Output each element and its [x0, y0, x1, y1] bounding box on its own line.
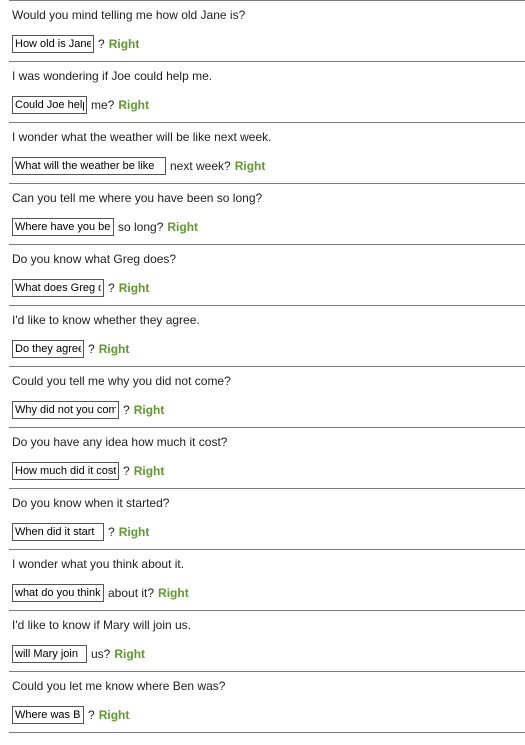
answer-input[interactable] — [12, 340, 84, 358]
question-suffix: ? — [123, 403, 130, 417]
feedback-right: Right — [108, 37, 140, 51]
question-text: Can you tell me where you have been so l… — [12, 191, 263, 205]
question-suffix: ? — [108, 525, 115, 539]
question-text: I'd like to know if Mary will join us. — [12, 618, 192, 632]
exercise-item: Do you know when it started? ? Right — [9, 488, 525, 549]
question-text: I wonder what you think about it. — [12, 557, 185, 571]
answer-input[interactable] — [12, 401, 119, 419]
question-suffix: ? — [88, 708, 95, 722]
question-suffix: ? — [123, 464, 130, 478]
exercise-item: Could you let me know where Ben was? ? R… — [9, 671, 525, 732]
question-suffix: next week? — [170, 159, 231, 173]
exercise-item: Do you know what Greg does? ? Right — [9, 244, 525, 305]
list-bottom-divider — [9, 732, 525, 734]
question-text: I'd like to know whether they agree. — [12, 313, 200, 327]
answer-row: ? Right — [12, 340, 129, 358]
answer-input[interactable] — [12, 462, 119, 480]
answer-row: ? Right — [12, 523, 149, 541]
feedback-right: Right — [114, 647, 146, 661]
answer-input[interactable] — [12, 645, 87, 663]
feedback-right: Right — [118, 525, 150, 539]
question-suffix: ? — [88, 342, 95, 356]
answer-row: so long? Right — [12, 218, 198, 236]
feedback-right: Right — [133, 464, 165, 478]
answer-input[interactable] — [12, 35, 94, 53]
answer-row: ? Right — [12, 462, 164, 480]
answer-input[interactable] — [12, 96, 87, 114]
question-text: Do you know when it started? — [12, 496, 170, 510]
question-suffix: ? — [108, 281, 115, 295]
answer-row: next week? Right — [12, 157, 265, 175]
exercise-item: I'd like to know whether they agree. ? R… — [9, 305, 525, 366]
feedback-right: Right — [118, 98, 149, 112]
question-suffix: ? — [98, 37, 105, 51]
answer-row: ? Right — [12, 279, 149, 297]
question-text: Would you mind telling me how old Jane i… — [12, 8, 246, 22]
feedback-right: Right — [98, 708, 130, 722]
question-text: Could you let me know where Ben was? — [12, 679, 226, 693]
exercise-item: I was wondering if Joe could help me. me… — [9, 61, 525, 122]
answer-input[interactable] — [12, 523, 104, 541]
question-text: Could you tell me why you did not come? — [12, 374, 231, 388]
question-text: Do you have any idea how much it cost? — [12, 435, 228, 449]
feedback-right: Right — [234, 159, 266, 173]
answer-row: ? Right — [12, 401, 164, 419]
question-text: I was wondering if Joe could help me. — [12, 69, 213, 83]
question-text: Do you know what Greg does? — [12, 252, 177, 266]
exercise-item: Do you have any idea how much it cost? ?… — [9, 427, 525, 488]
exercise-item: Would you mind telling me how old Jane i… — [9, 0, 525, 61]
feedback-right: Right — [98, 342, 130, 356]
feedback-right: Right — [158, 586, 189, 600]
exercise-item: Can you tell me where you have been so l… — [9, 183, 525, 244]
question-text: I wonder what the weather will be like n… — [12, 130, 272, 144]
answer-input[interactable] — [12, 218, 114, 236]
question-suffix: me? — [91, 98, 115, 112]
answer-input[interactable] — [12, 157, 166, 175]
answer-row: ? Right — [12, 706, 129, 724]
question-suffix: about it? — [108, 586, 155, 600]
answer-input[interactable] — [12, 279, 104, 297]
feedback-right: Right — [133, 403, 165, 417]
exercise-item: Could you tell me why you did not come? … — [9, 366, 525, 427]
answer-input[interactable] — [12, 706, 84, 724]
feedback-right: Right — [167, 220, 199, 234]
answer-row: us? Right — [12, 645, 145, 663]
question-suffix: so long? — [118, 220, 164, 234]
answer-row: me? Right — [12, 96, 149, 114]
question-suffix: us? — [91, 647, 111, 661]
answer-row: ? Right — [12, 35, 139, 53]
feedback-right: Right — [118, 281, 150, 295]
answer-input[interactable] — [12, 584, 104, 602]
answer-row: about it? Right — [12, 584, 189, 602]
exercise-item: I'd like to know if Mary will join us. u… — [9, 610, 525, 671]
exercise-item: I wonder what the weather will be like n… — [9, 122, 525, 183]
exercise-list: Would you mind telling me how old Jane i… — [9, 0, 525, 734]
exercise-item: I wonder what you think about it. about … — [9, 549, 525, 610]
